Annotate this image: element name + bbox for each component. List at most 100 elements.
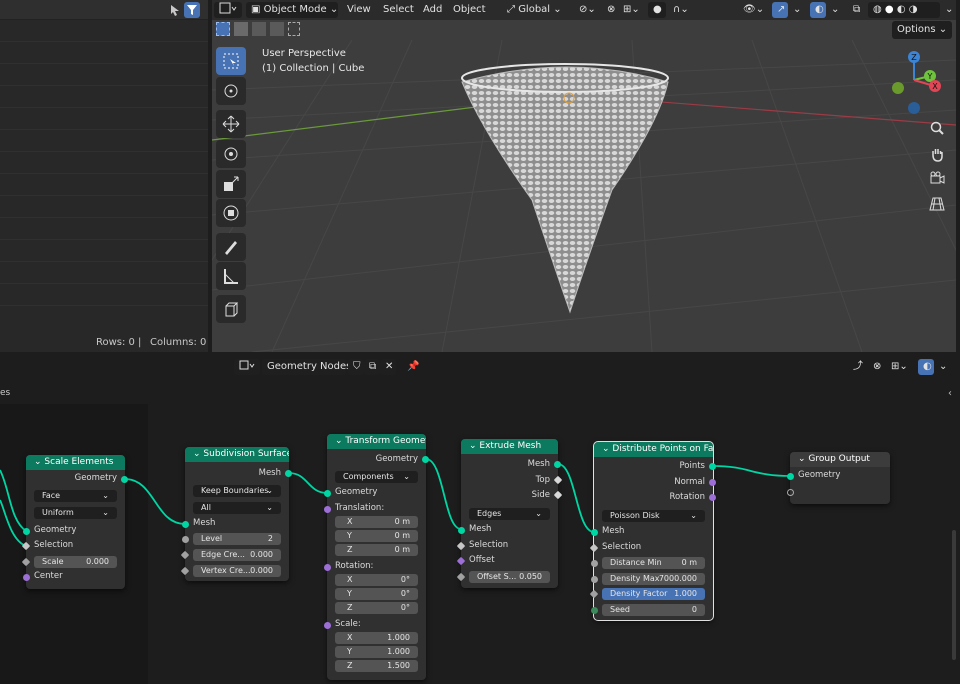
density-max-field[interactable]: Density Max 7000.000 xyxy=(602,573,705,585)
output-geometry-socket[interactable] xyxy=(121,476,128,483)
node-header[interactable]: ⌄ Scale Elements xyxy=(26,455,125,470)
zoom-icon[interactable] xyxy=(927,118,947,138)
parent-node-tree-icon[interactable]: ⤴ xyxy=(848,359,868,375)
rendered-shading-icon[interactable]: ◑ xyxy=(909,4,918,15)
density-max-socket[interactable] xyxy=(591,576,598,583)
filter-icon[interactable] xyxy=(184,2,200,18)
node-tree-name-field[interactable]: Geometry Nodes xyxy=(262,359,351,375)
density-factor-field[interactable]: Density Factor 1.000 xyxy=(602,588,705,600)
pan-hand-icon[interactable] xyxy=(927,144,947,164)
material-shading-icon[interactable]: ◐ xyxy=(897,4,906,15)
close-icon[interactable]: ✕ xyxy=(380,359,396,375)
gizmo-dropdown-icon[interactable]: ⌄ xyxy=(788,2,806,18)
scale-x-field[interactable]: X 1.000 xyxy=(335,632,418,644)
input-geometry-socket[interactable] xyxy=(787,473,794,480)
offset-scale-field[interactable]: Offset S... 0.050 xyxy=(469,571,550,583)
fake-user-shield-icon[interactable]: ⛉ xyxy=(348,359,364,375)
rotation-z-field[interactable]: Z 0° xyxy=(335,602,418,614)
navigation-gizmo[interactable]: Z Y X xyxy=(876,48,946,118)
node-overlay-dropdown-icon[interactable]: ⌄ xyxy=(934,359,952,375)
output-normal-socket[interactable] xyxy=(709,479,716,486)
rotation-socket[interactable] xyxy=(324,564,331,571)
node-header[interactable]: ⌄ Distribute Points on Faces xyxy=(594,442,713,457)
cursor-arrow-icon[interactable] xyxy=(168,3,182,17)
menu-view[interactable]: View xyxy=(342,2,376,18)
transform-orientation-dropdown[interactable]: ⤢ Global ⌄ xyxy=(502,2,568,18)
menu-select[interactable]: Select xyxy=(378,2,419,18)
scale-socket[interactable] xyxy=(324,622,331,629)
translation-socket[interactable] xyxy=(324,506,331,513)
translation-x-field[interactable]: X 0 m xyxy=(335,516,418,528)
node-header[interactable]: ⌄ Subdivision Surface xyxy=(185,447,289,462)
visibility-icon[interactable]: 👁⌄ xyxy=(738,2,769,18)
output-rotation-socket[interactable] xyxy=(709,494,716,501)
camera-icon[interactable] xyxy=(927,168,947,188)
transform-tool[interactable] xyxy=(216,199,246,227)
shading-dropdown-icon[interactable]: ⌄ xyxy=(940,2,956,18)
gizmo-toggle-icon[interactable]: ↗ xyxy=(772,2,788,18)
input-mesh-socket[interactable] xyxy=(591,529,598,536)
snap-node-icon[interactable]: ⊗ xyxy=(868,359,886,375)
node-header[interactable]: ⌄ Group Output xyxy=(790,452,890,467)
rotate-tool[interactable] xyxy=(216,140,246,168)
measure-tool[interactable] xyxy=(216,262,246,290)
rotation-y-field[interactable]: Y 0° xyxy=(335,588,418,600)
input-geometry-socket[interactable] xyxy=(324,490,331,497)
boundary-dropdown[interactable]: Keep Boundaries ⌄ xyxy=(193,485,281,497)
translation-z-field[interactable]: Z 0 m xyxy=(335,544,418,556)
output-points-socket[interactable] xyxy=(709,463,716,470)
input-mesh-socket[interactable] xyxy=(182,521,189,528)
select-subtract-icon[interactable] xyxy=(252,22,266,36)
scale-z-field[interactable]: Z 1.500 xyxy=(335,660,418,672)
cursor-tool[interactable] xyxy=(216,77,246,105)
scale-tool[interactable] xyxy=(216,170,246,198)
node-overlay-icon[interactable]: ◐ xyxy=(918,359,934,375)
node-snap-target-icon[interactable]: ⊞⌄ xyxy=(886,359,913,375)
overlay-toggle-icon[interactable]: ◐ xyxy=(810,2,826,18)
duplicate-icon[interactable]: ⧉ xyxy=(364,359,380,375)
node-scale-elements[interactable]: ⌄ Scale Elements Geometry Face ⌄ Uniform ⌄… xyxy=(21,455,128,589)
node-header[interactable]: ⌄ Extrude Mesh xyxy=(461,439,558,454)
pin-icon[interactable]: 📌 xyxy=(402,359,424,375)
vertex-crease-field[interactable]: Vertex Cre... 0.000 xyxy=(193,565,281,577)
xray-icon[interactable]: ⧉ xyxy=(848,2,865,18)
node-extrude-mesh[interactable]: ⌄ Extrude Mesh Mesh Top Side Edges ⌄ Mesh… xyxy=(456,439,563,588)
output-mesh-socket[interactable] xyxy=(554,461,561,468)
scale-y-field[interactable]: Y 1.000 xyxy=(335,646,418,658)
output-geometry-socket[interactable] xyxy=(422,456,429,463)
center-socket[interactable] xyxy=(23,574,30,581)
domain-dropdown[interactable]: Face ⌄ xyxy=(34,490,117,502)
extrude-mode-dropdown[interactable]: Edges ⌄ xyxy=(469,508,550,520)
options-button[interactable]: Options ⌄ xyxy=(892,21,952,39)
scale-mode-dropdown[interactable]: Uniform ⌄ xyxy=(34,507,117,519)
mode-dropdown[interactable]: Components ⌄ xyxy=(335,471,418,483)
viewport-3d[interactable]: ▣ Object Mode ⌄ View Select Add Object ⤢… xyxy=(212,0,956,352)
solid-shading-icon[interactable]: ● xyxy=(885,4,894,15)
empty-input-socket[interactable] xyxy=(787,489,794,496)
node-group-output[interactable]: ⌄ Group Output Geometry xyxy=(787,452,890,504)
input-mesh-socket[interactable] xyxy=(458,527,465,534)
snap-target-icon[interactable]: ⊞⌄ xyxy=(618,2,645,18)
select-invert-icon[interactable] xyxy=(270,22,284,36)
edge-crease-field[interactable]: Edge Cre... 0.000 xyxy=(193,549,281,561)
perspective-grid-icon[interactable] xyxy=(927,194,947,214)
select-box-tool[interactable] xyxy=(216,47,246,75)
annotate-tool[interactable] xyxy=(216,233,246,261)
node-distribute-points-on-faces[interactable]: ⌄ Distribute Points on Faces Points Norm… xyxy=(589,441,716,621)
node-editor-canvas[interactable]: es ‹ ⌄ Scale Elements Geometry Face ⌄ Uni… xyxy=(0,380,960,684)
rotation-x-field[interactable]: X 0° xyxy=(335,574,418,586)
scale-field[interactable]: Scale 0.000 xyxy=(34,556,117,568)
seed-field[interactable]: Seed 0 xyxy=(602,604,705,616)
output-mesh-socket[interactable] xyxy=(285,470,292,477)
add-cube-tool[interactable] xyxy=(216,295,246,323)
select-new-icon[interactable] xyxy=(216,22,230,36)
mode-dropdown[interactable]: ▣ Object Mode ⌄ xyxy=(246,2,338,18)
node-header[interactable]: ⌄ Transform Geometry xyxy=(327,434,426,449)
editor-type-button[interactable] xyxy=(214,2,242,18)
menu-object[interactable]: Object xyxy=(448,2,491,18)
falloff-icon[interactable]: ∩⌄ xyxy=(668,2,694,18)
node-subdivision-surface[interactable]: ⌄ Subdivision Surface Mesh Keep Boundari… xyxy=(180,447,292,581)
select-extend-icon[interactable] xyxy=(234,22,248,36)
level-field[interactable]: Level 2 xyxy=(193,533,281,545)
overlay-dropdown-icon[interactable]: ⌄ xyxy=(826,2,844,18)
